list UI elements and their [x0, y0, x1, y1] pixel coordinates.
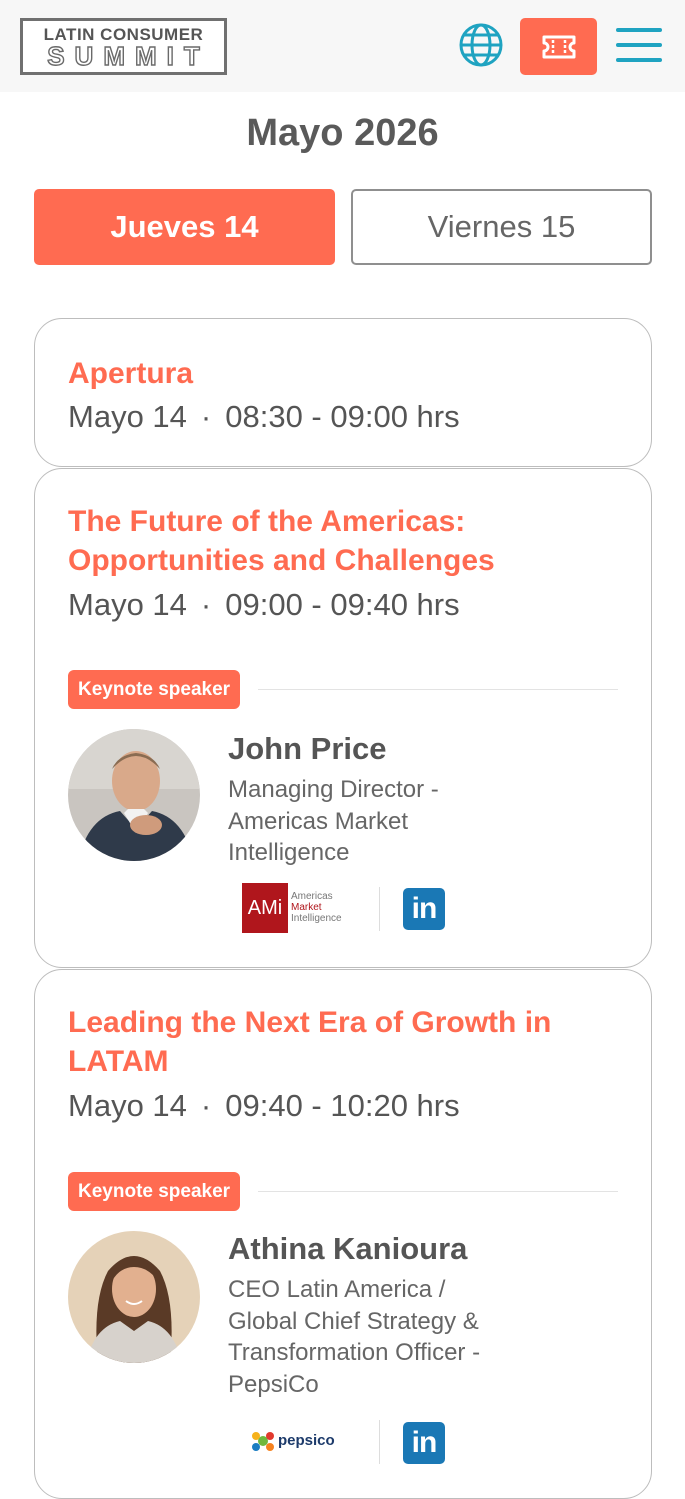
- ami-logo-line-2: Market: [291, 902, 322, 913]
- month-title: Mayo 2026: [246, 112, 439, 154]
- session-card-apertura[interactable]: Apertura Mayo 14 · 08:30 - 09:00 hrs: [34, 318, 652, 467]
- tab-viernes-15[interactable]: Viernes 15: [351, 189, 652, 265]
- session-time: Mayo 14 · 08:30 - 09:00 hrs: [68, 399, 460, 435]
- session-title: Apertura: [68, 357, 194, 390]
- speaker-role: CEO Latin America / Global Chief Strateg…: [228, 1276, 481, 1398]
- ticket-icon: [542, 35, 575, 58]
- site-logo[interactable]: LATIN CONSUMER SUMMIT: [20, 18, 227, 75]
- ami-logo-line-1: Americas: [291, 891, 333, 902]
- globe-icon: [459, 23, 503, 67]
- language-button[interactable]: [458, 22, 504, 68]
- session-time: Mayo 14 · 09:40 - 10:20 hrs: [68, 1088, 460, 1124]
- session-time: Mayo 14 · 09:00 - 09:40 hrs: [68, 587, 460, 623]
- menu-bar-2: [616, 43, 662, 47]
- session-hours: 09:40 - 10:20 hrs: [225, 1088, 460, 1123]
- keynote-badge: Keynote speaker: [68, 1172, 241, 1211]
- separator-dot: ·: [200, 587, 212, 622]
- session-hours: 08:30 - 09:00 hrs: [225, 399, 460, 434]
- ami-logo-mark: AMi: [242, 883, 288, 933]
- divider: [258, 689, 618, 690]
- session-title: Leading the Next Era of Growth in LATAM: [68, 1006, 552, 1078]
- separator-dot: ·: [200, 1088, 212, 1123]
- separator-dot: ·: [200, 399, 212, 434]
- session-date: Mayo 14: [68, 399, 187, 434]
- logo-separator: [379, 887, 380, 931]
- session-title: The Future of the Americas: Opportunitie…: [68, 505, 495, 577]
- speaker-name: Athina Kanioura: [228, 1231, 468, 1266]
- session-date: Mayo 14: [68, 1088, 187, 1123]
- menu-bar-1: [616, 28, 662, 32]
- ami-logo-line-3: Intelligence: [291, 913, 342, 924]
- speaker-avatar: [68, 729, 200, 861]
- tickets-button[interactable]: [520, 18, 597, 75]
- linkedin-icon[interactable]: in: [403, 1422, 445, 1464]
- session-card-future-americas[interactable]: The Future of the Americas: Opportunitie…: [34, 468, 652, 968]
- logo-line-2: SUMMIT: [47, 41, 210, 71]
- session-card-leading-next-era[interactable]: Leading the Next Era of Growth in LATAM …: [34, 969, 652, 1499]
- hamburger-menu-button[interactable]: [616, 28, 662, 64]
- session-date: Mayo 14: [68, 587, 187, 622]
- tab-jueves-14[interactable]: Jueves 14: [34, 189, 335, 265]
- speaker-role: Managing Director - Americas Market Inte…: [228, 776, 439, 866]
- keynote-badge: Keynote speaker: [68, 670, 241, 709]
- linkedin-icon[interactable]: in: [403, 888, 445, 930]
- divider: [258, 1191, 618, 1192]
- pepsico-company-logo[interactable]: pepsico: [240, 1426, 340, 1456]
- pepsico-logo-text: pepsico: [278, 1432, 335, 1449]
- logo-separator: [379, 1420, 380, 1464]
- top-navigation-bar: LATIN CONSUMER SUMMIT: [0, 0, 685, 92]
- speaker-name: John Price: [228, 731, 387, 766]
- menu-bar-3: [616, 58, 662, 62]
- ami-company-logo[interactable]: AMi Americas Market Intelligence: [240, 883, 350, 933]
- pepsico-mark-icon: [252, 1432, 274, 1451]
- session-hours: 09:00 - 09:40 hrs: [225, 587, 460, 622]
- speaker-avatar: [68, 1231, 200, 1363]
